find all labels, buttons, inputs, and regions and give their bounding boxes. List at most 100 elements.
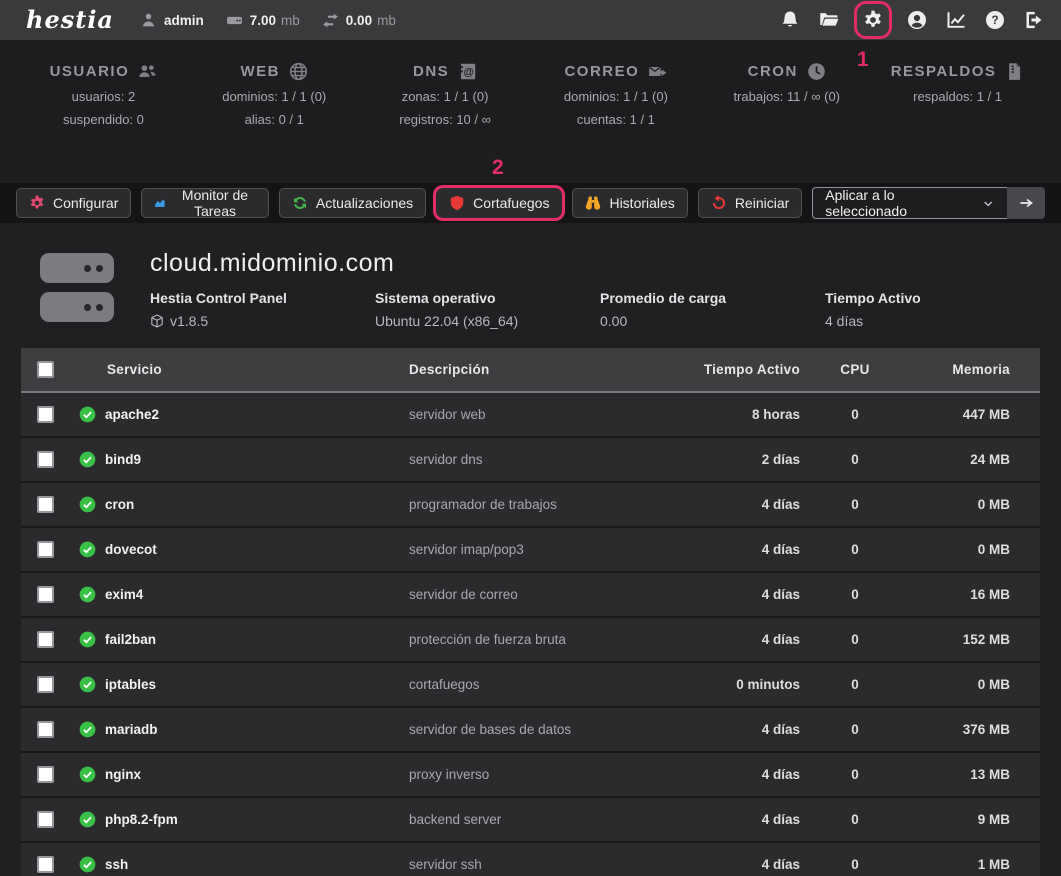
profile-icon[interactable] bbox=[906, 9, 928, 31]
bandwidth-unit: mb bbox=[377, 13, 396, 28]
service-name-link[interactable]: bind9 bbox=[105, 452, 141, 467]
callout-step-2: 2 bbox=[492, 156, 504, 180]
stats-overview: 1 2 USUARIOusuarios: 2suspendido: 0WEBdo… bbox=[0, 40, 1061, 183]
button-label: Configurar bbox=[53, 195, 118, 211]
row-checkbox[interactable] bbox=[37, 811, 54, 828]
bandwidth-value: 0.00 bbox=[346, 13, 372, 28]
service-name-link[interactable]: mariadb bbox=[105, 722, 158, 737]
folder-icon[interactable] bbox=[818, 9, 840, 31]
disk-value: 7.00 bbox=[250, 13, 276, 28]
svg-text:@: @ bbox=[464, 67, 474, 79]
stat-label: RESPALDOS bbox=[891, 63, 997, 80]
chevron-down-icon bbox=[982, 197, 994, 210]
panel-version: v1.8.5 bbox=[170, 313, 208, 329]
service-cpu: 0 bbox=[800, 707, 910, 752]
stat-value: cuentas: 1 / 1 bbox=[530, 112, 701, 127]
service-name-link[interactable]: dovecot bbox=[105, 542, 157, 557]
service-name-link[interactable]: apache2 bbox=[105, 407, 159, 422]
service-name-link[interactable]: php8.2-fpm bbox=[105, 812, 178, 827]
bulk-action-submit-button[interactable] bbox=[1007, 187, 1045, 219]
service-name-link[interactable]: nginx bbox=[105, 767, 141, 782]
row-checkbox[interactable] bbox=[37, 721, 54, 738]
row-checkbox[interactable] bbox=[37, 856, 54, 873]
service-row: bind9servidor dns2 días024 MB bbox=[21, 437, 1040, 482]
row-checkbox[interactable] bbox=[37, 676, 54, 693]
chart-area-icon bbox=[154, 195, 166, 211]
topbar-stats: admin 7.00 mb 0.00 mb bbox=[140, 12, 396, 29]
service-description: servidor dns bbox=[409, 437, 620, 482]
row-checkbox[interactable] bbox=[37, 586, 54, 603]
service-cpu: 0 bbox=[800, 527, 910, 572]
service-uptime: 4 días bbox=[620, 797, 800, 842]
stat-respaldos[interactable]: RESPALDOSrespaldos: 1 / 1 bbox=[872, 62, 1043, 183]
service-name-link[interactable]: ssh bbox=[105, 857, 128, 872]
service-name-link[interactable]: iptables bbox=[105, 677, 156, 692]
service-uptime: 0 minutos bbox=[620, 662, 800, 707]
status-running-icon bbox=[79, 406, 96, 423]
button-label: Historiales bbox=[609, 195, 674, 211]
task-monitor-button[interactable]: Monitor de Tareas bbox=[141, 188, 269, 218]
service-name-link[interactable]: fail2ban bbox=[105, 632, 156, 647]
service-row: fail2banprotección de fuerza bruta4 días… bbox=[21, 617, 1040, 662]
select-all-checkbox[interactable] bbox=[37, 361, 54, 378]
stat-value: dominios: 1 / 1 (0) bbox=[189, 89, 360, 104]
server-icon bbox=[40, 249, 114, 329]
service-cpu: 0 bbox=[800, 392, 910, 437]
stat-correo[interactable]: CORREOdominios: 1 / 1 (0)cuentas: 1 / 1 bbox=[530, 62, 701, 183]
users-icon bbox=[138, 62, 157, 81]
service-uptime: 2 días bbox=[620, 437, 800, 482]
stat-usuario[interactable]: USUARIOusuarios: 2suspendido: 0 bbox=[18, 62, 189, 183]
service-cpu: 0 bbox=[800, 797, 910, 842]
load-value: 0.00 bbox=[600, 313, 627, 329]
help-icon[interactable]: ? bbox=[984, 9, 1006, 31]
callout-step-1: 1 bbox=[857, 48, 869, 72]
row-checkbox[interactable] bbox=[37, 406, 54, 423]
service-cpu: 0 bbox=[800, 752, 910, 797]
stat-value: trabajos: 11 / ∞ (0) bbox=[701, 89, 872, 104]
updates-button[interactable]: Actualizaciones bbox=[279, 188, 426, 218]
cube-icon bbox=[150, 314, 164, 328]
service-memory: 152 MB bbox=[910, 617, 1040, 662]
stat-dns[interactable]: DNS@zonas: 1 / 1 (0)registros: 10 / ∞ bbox=[360, 62, 531, 183]
stat-value: zonas: 1 / 1 (0) bbox=[360, 89, 531, 104]
button-label: Actualizaciones bbox=[316, 195, 413, 211]
service-description: servidor imap/pop3 bbox=[409, 527, 620, 572]
bulk-action-group: Aplicar a lo seleccionado bbox=[812, 187, 1045, 219]
gear-icon[interactable] bbox=[857, 4, 889, 36]
stats-icon[interactable] bbox=[945, 9, 967, 31]
stat-label: CRON bbox=[748, 63, 798, 80]
service-uptime: 8 horas bbox=[620, 392, 800, 437]
status-running-icon bbox=[79, 721, 96, 738]
firewall-button[interactable]: Cortafuegos bbox=[436, 188, 562, 218]
service-name-link[interactable]: exim4 bbox=[105, 587, 143, 602]
logs-button[interactable]: Historiales bbox=[572, 188, 687, 218]
status-running-icon bbox=[79, 496, 96, 513]
hestia-logo[interactable]: hestia bbox=[26, 1, 114, 39]
row-checkbox[interactable] bbox=[37, 631, 54, 648]
load-label: Promedio de carga bbox=[600, 290, 825, 306]
row-checkbox[interactable] bbox=[37, 766, 54, 783]
restart-button[interactable]: Reiniciar bbox=[698, 188, 802, 218]
bell-icon[interactable] bbox=[779, 9, 801, 31]
load-info: Promedio de carga 0.00 bbox=[600, 290, 825, 329]
toolbar-buttons: Configurar Monitor de Tareas Actualizacion… bbox=[16, 188, 802, 218]
mail-icon bbox=[648, 62, 667, 81]
user-menu[interactable]: admin bbox=[140, 12, 204, 29]
uptime-value: 4 días bbox=[825, 313, 863, 329]
service-memory: 13 MB bbox=[910, 752, 1040, 797]
service-row: dovecotservidor imap/pop34 días00 MB bbox=[21, 527, 1040, 572]
bulk-action-select[interactable]: Aplicar a lo seleccionado bbox=[812, 187, 1007, 219]
service-cpu: 0 bbox=[800, 662, 910, 707]
stat-cron[interactable]: CRON trabajos: 11 / ∞ (0) bbox=[701, 62, 872, 183]
backup-icon bbox=[1005, 62, 1024, 81]
row-checkbox[interactable] bbox=[37, 496, 54, 513]
topbar: hestia admin 7.00 mb 0.00 mb ? bbox=[0, 0, 1061, 40]
configure-button[interactable]: Configurar bbox=[16, 188, 131, 218]
logout-icon[interactable] bbox=[1023, 9, 1045, 31]
service-name-link[interactable]: cron bbox=[105, 497, 134, 512]
row-checkbox[interactable] bbox=[37, 541, 54, 558]
svg-text:?: ? bbox=[991, 13, 998, 27]
stat-web[interactable]: WEBdominios: 1 / 1 (0)alias: 0 / 1 bbox=[189, 62, 360, 183]
row-checkbox[interactable] bbox=[37, 451, 54, 468]
service-memory: 447 MB bbox=[910, 392, 1040, 437]
